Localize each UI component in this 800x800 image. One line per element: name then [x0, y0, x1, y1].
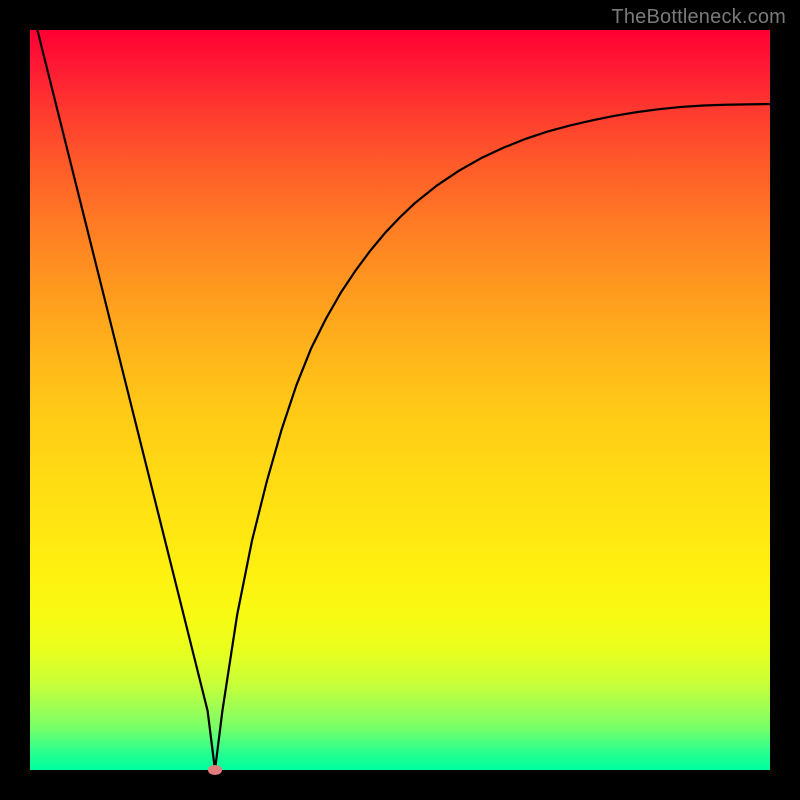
- chart-frame: TheBottleneck.com: [0, 0, 800, 800]
- bottleneck-curve: [30, 30, 770, 770]
- watermark-text: TheBottleneck.com: [611, 6, 786, 29]
- minimum-marker: [208, 765, 223, 775]
- plot-area: [30, 30, 770, 770]
